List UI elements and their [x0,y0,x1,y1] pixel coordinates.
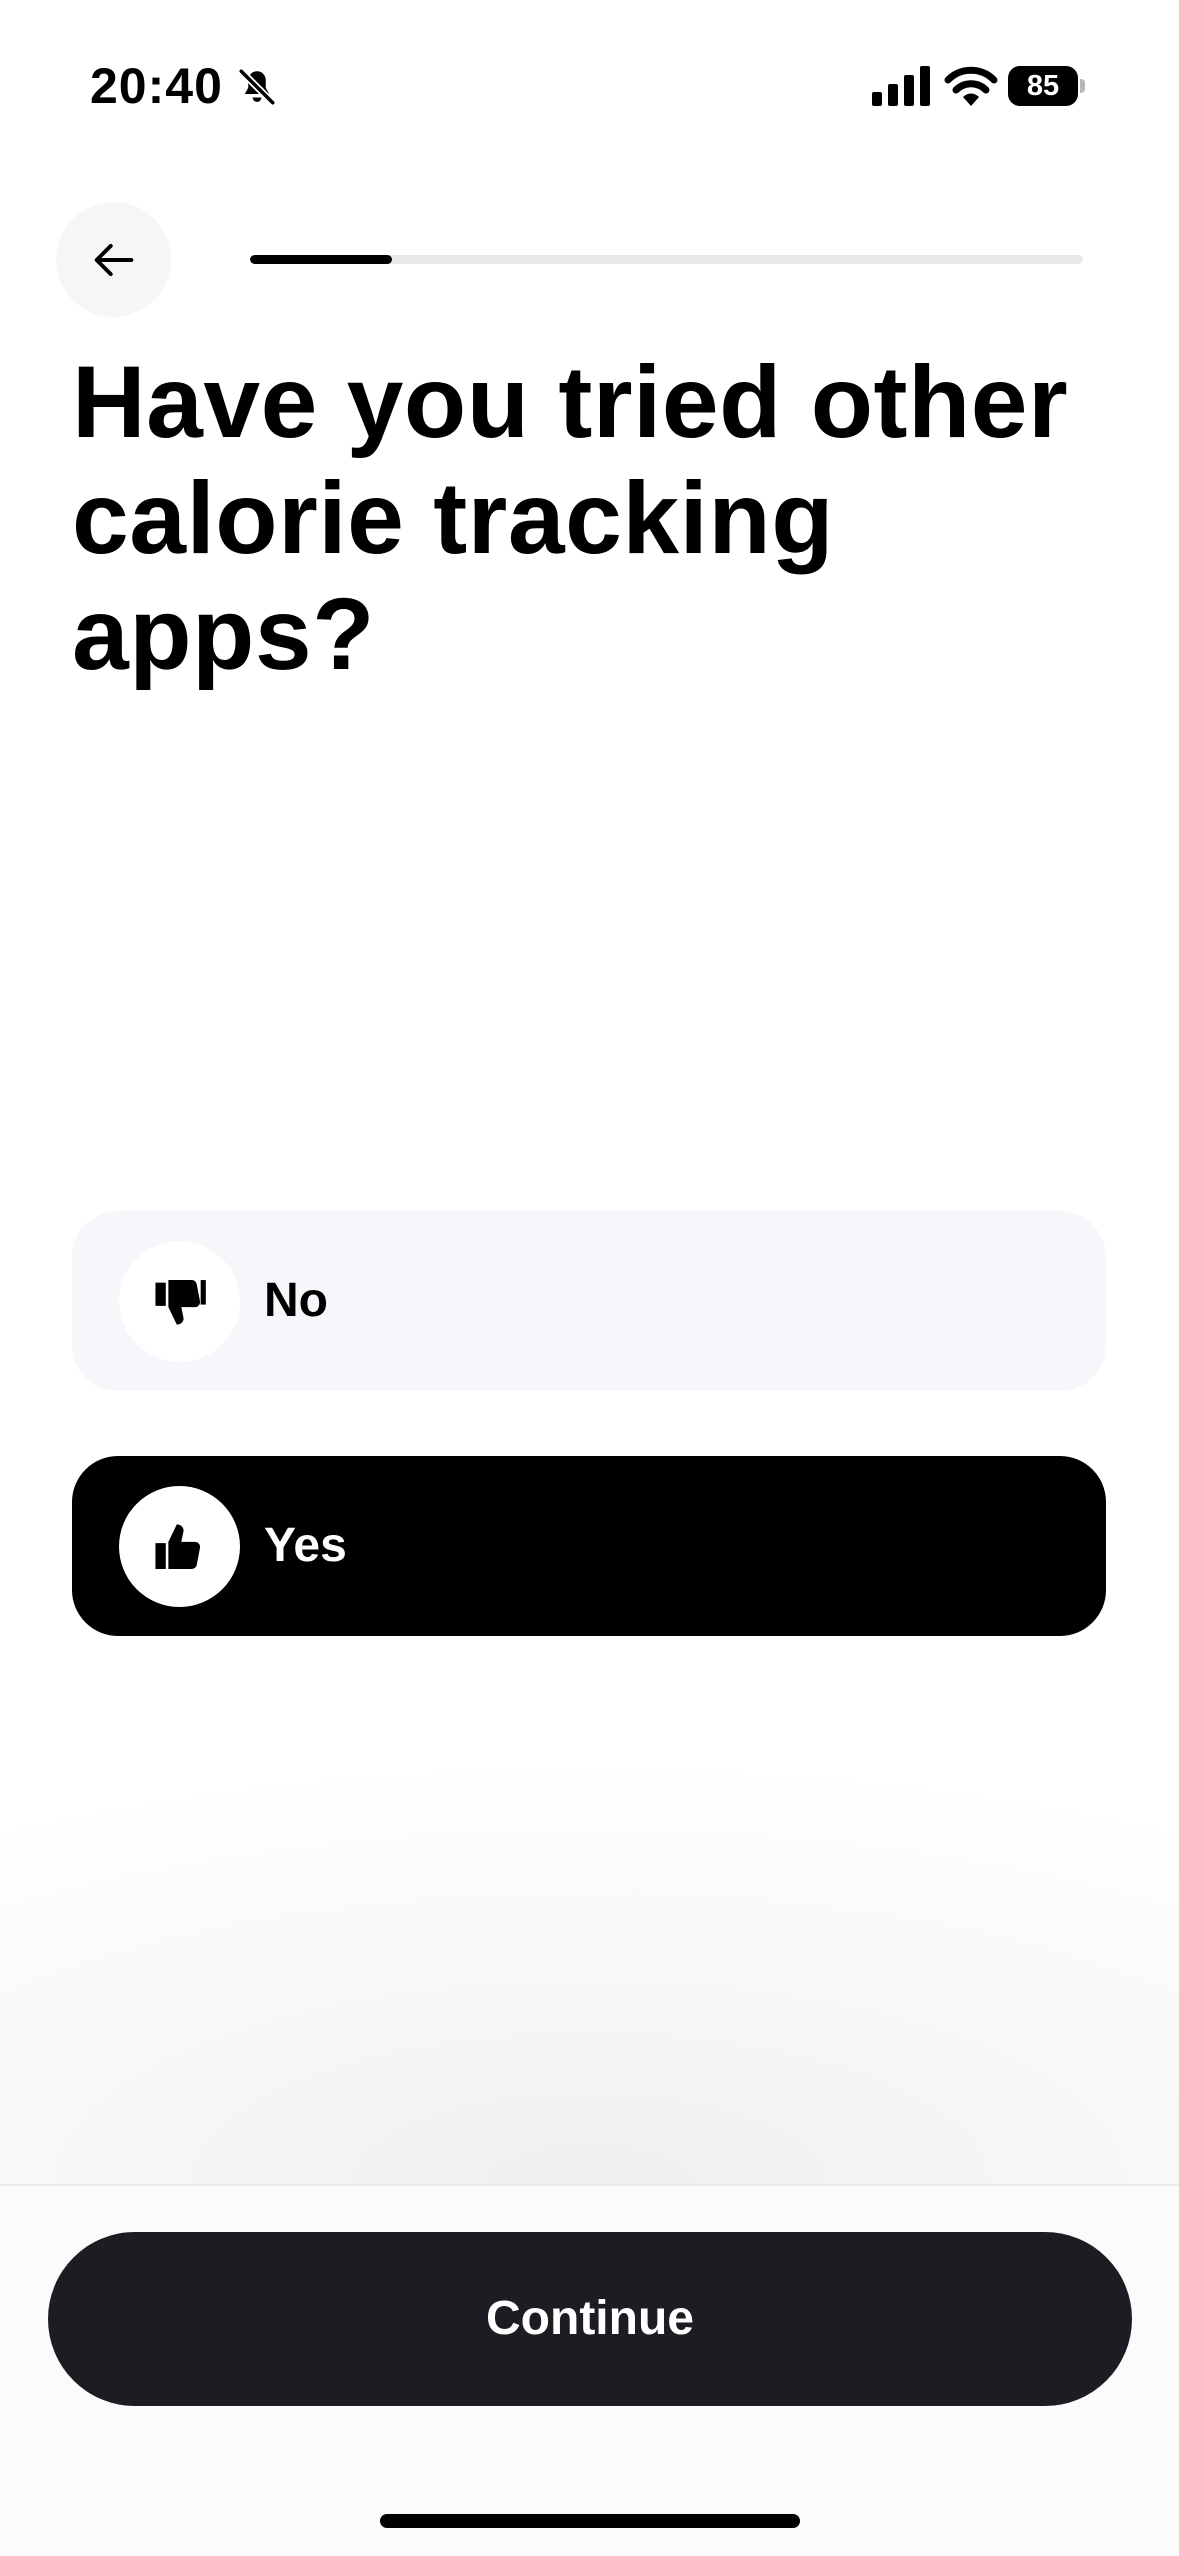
progress-bar-fill [250,255,392,264]
home-indicator [380,2514,800,2528]
arrow-left-icon [94,243,133,276]
wifi-icon [944,62,998,106]
battery-level: 85 [1008,66,1078,106]
progress-bar [250,255,1083,264]
status-time: 20:40 [90,58,223,114]
bottom-gradient [0,1760,1179,2184]
thumbs-down-icon [154,1279,206,1325]
option-no-icon-badge [119,1241,240,1362]
battery-cap [1080,79,1085,93]
question-title: Have you tried other calorie tracking ap… [72,345,1069,691]
continue-button[interactable]: Continue [48,2232,1132,2406]
option-yes-label: Yes [264,1519,347,1572]
cellular-signal-icon [872,66,930,106]
back-button[interactable] [56,202,171,317]
bell-off-icon [236,66,278,108]
option-no-label: No [264,1274,328,1327]
option-yes-icon-badge [119,1486,240,1607]
option-no[interactable]: No [72,1211,1106,1391]
onboarding-screen: 20:40 85 Have you tried other calorie tr… [0,0,1179,2556]
thumbs-up-icon [154,1523,200,1569]
battery-icon: 85 [1008,66,1086,106]
option-yes[interactable]: Yes [72,1456,1106,1636]
